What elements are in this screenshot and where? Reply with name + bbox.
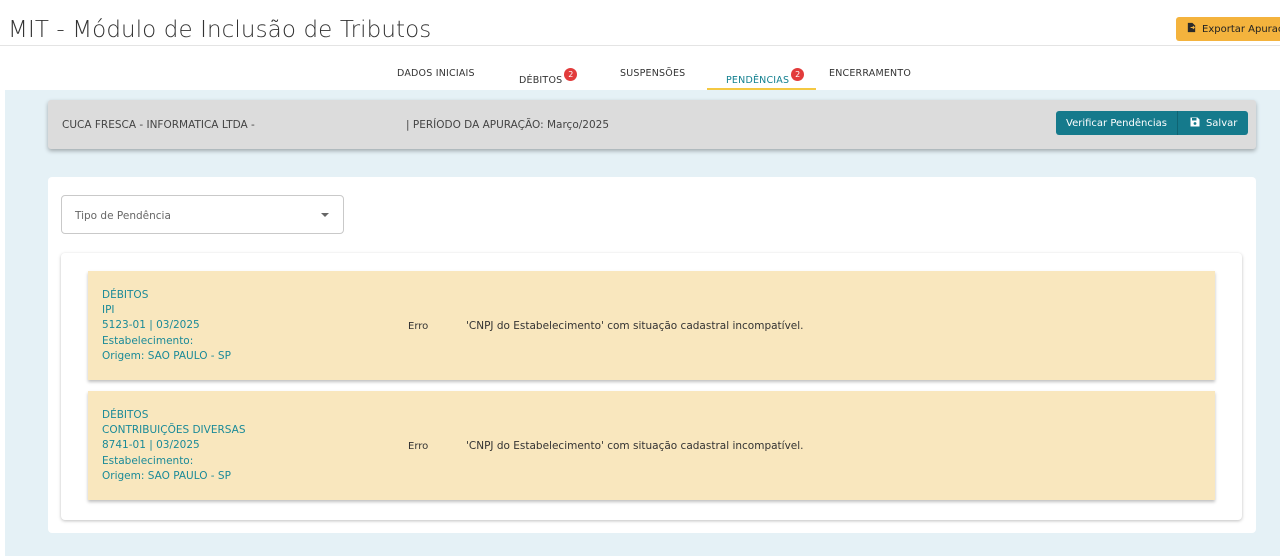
select-placeholder: Tipo de Pendência	[75, 210, 171, 222]
tab-label: PENDÊNCIAS	[726, 75, 790, 86]
verify-pendencias-button[interactable]: Verificar Pendências	[1056, 111, 1178, 135]
pendencia-origem: Origem: SAO PAULO - SP	[102, 469, 231, 482]
tipo-pendencia-select[interactable]: Tipo de Pendência	[61, 195, 344, 234]
export-button-label: Exportar Apuraç	[1202, 23, 1280, 35]
company-name: CUCA FRESCA - INFORMATICA LTDA -	[62, 119, 255, 131]
pendencia-details: DÉBITOS CONTRIBUIÇÕES DIVERSAS 8741-01 |…	[102, 408, 245, 484]
app-title: MIT - Módulo de Inclusão de Tributos	[8, 17, 432, 43]
tab-label: DADOS INICIAIS	[397, 68, 475, 79]
pendencia-item: DÉBITOS IPI 5123-01 | 03/2025 Estabeleci…	[88, 271, 1215, 380]
page: MIT - Módulo de Inclusão de Tributos Exp…	[0, 0, 1280, 556]
pendencias-list: DÉBITOS IPI 5123-01 | 03/2025 Estabeleci…	[61, 253, 1242, 520]
save-button-label: Salvar	[1205, 117, 1238, 129]
pendencias-card: Tipo de Pendência DÉBITOS IPI 5123-01 | …	[48, 177, 1256, 533]
tab-label: DÉBITOS	[519, 75, 563, 86]
pendencia-item: DÉBITOS CONTRIBUIÇÕES DIVERSAS 8741-01 |…	[88, 391, 1215, 500]
save-button[interactable]: Salvar	[1178, 111, 1248, 135]
action-button-group: Verificar Pendências Salvar	[1056, 111, 1249, 135]
tab-bar: DADOS INICIAIS DÉBITOS2 SUSPENSÕES PENDÊ…	[0, 60, 1280, 90]
tab-badge-count: 2	[564, 68, 578, 81]
tab-pendencias[interactable]: PENDÊNCIAS2	[707, 60, 816, 90]
tab-label: SUSPENSÕES	[620, 68, 686, 79]
pendencia-code-period: 8741-01 | 03/2025	[102, 439, 200, 452]
pendencia-status: Erro	[408, 441, 429, 452]
pendencia-status: Erro	[408, 321, 429, 332]
tab-encerramento[interactable]: ENCERRAMENTO	[829, 60, 911, 90]
pendencia-code-period: 5123-01 | 03/2025	[102, 319, 200, 332]
pendencia-type: DÉBITOS	[102, 409, 149, 421]
pendencia-message: 'CNPJ do Estabelecimento' com situação c…	[466, 320, 804, 332]
file-export-icon	[1186, 22, 1197, 36]
tab-badge-count: 2	[791, 68, 805, 81]
tab-suspensoes[interactable]: SUSPENSÕES	[620, 60, 685, 90]
tab-debitos[interactable]: DÉBITOS2	[519, 60, 578, 90]
export-button[interactable]: Exportar Apuraç	[1176, 17, 1280, 41]
pendencia-message: 'CNPJ do Estabelecimento' com situação c…	[466, 440, 804, 452]
pendencia-estabelecimento: Estabelecimento:	[102, 334, 194, 347]
period-label: | PERÍODO DA APURAÇÃO: Março/2025	[406, 119, 609, 131]
pendencia-estabelecimento: Estabelecimento:	[102, 454, 194, 467]
caret-down-icon	[321, 213, 329, 217]
pendencia-tributo: CONTRIBUIÇÕES DIVERSAS	[102, 424, 246, 437]
tab-dados-iniciais[interactable]: DADOS INICIAIS	[397, 60, 475, 90]
app-header: MIT - Módulo de Inclusão de Tributos Exp…	[0, 0, 1280, 46]
company-bar: CUCA FRESCA - INFORMATICA LTDA - | PERÍO…	[48, 100, 1256, 149]
floppy-disk-icon	[1190, 117, 1200, 130]
pendencia-origem: Origem: SAO PAULO - SP	[102, 349, 231, 362]
pendencia-details: DÉBITOS IPI 5123-01 | 03/2025 Estabeleci…	[102, 288, 231, 364]
tab-label: ENCERRAMENTO	[829, 68, 912, 79]
pendencia-tributo: IPI	[102, 304, 115, 317]
pendencia-type: DÉBITOS	[102, 289, 149, 301]
